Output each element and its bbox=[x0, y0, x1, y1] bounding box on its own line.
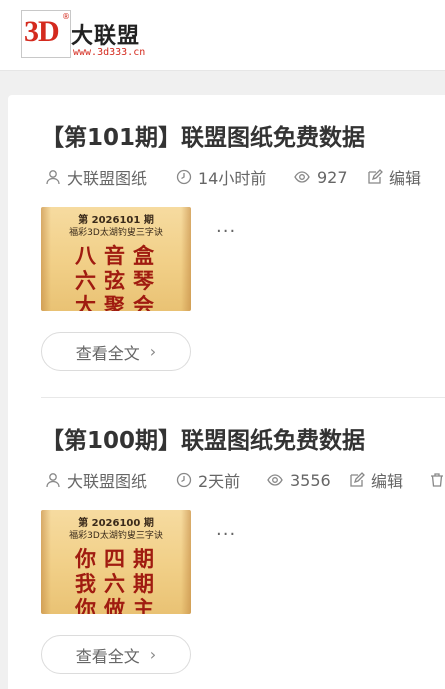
thumb-issue: 第 2026100 期 bbox=[78, 518, 154, 529]
trash-icon bbox=[431, 473, 443, 487]
meta-author[interactable]: 大联盟图纸 bbox=[45, 469, 147, 491]
post-time: 2天前 bbox=[198, 472, 241, 491]
edit-label: 编辑 bbox=[371, 472, 404, 491]
site-header: 3D ® 大联盟 www.3d333.cn bbox=[0, 0, 445, 71]
author-name: 大联盟图纸 bbox=[67, 472, 148, 491]
article-thumbnail[interactable]: 第 2026101 期 福彩3D太湖钓叟三字诀 八音盒 六弦琴 大聚会 bbox=[41, 207, 191, 311]
thumb-verse-row: 你做主 bbox=[75, 596, 162, 614]
thumb-verse-row: 我六期 bbox=[75, 571, 162, 596]
article-meta: 大联盟图纸 2天前 3556 编辑 bbox=[41, 469, 445, 491]
delete-link[interactable] bbox=[429, 469, 445, 491]
article-meta: 大联盟图纸 14小时前 927 编辑 bbox=[41, 166, 445, 188]
article-item: 【第100期】联盟图纸免费数据 大联盟图纸 2天前 3556 编辑 第 2026… bbox=[41, 423, 445, 674]
logo-3d-text: 3D bbox=[24, 15, 60, 48]
read-more-button[interactable]: 查看全文 › bbox=[41, 635, 191, 674]
chevron-right-icon: › bbox=[149, 645, 157, 664]
thumb-issue: 第 2026101 期 bbox=[78, 215, 154, 226]
author-name: 大联盟图纸 bbox=[67, 169, 148, 188]
post-time: 14小时前 bbox=[198, 169, 267, 188]
meta-time: 2天前 bbox=[176, 469, 240, 491]
article-thumbnail[interactable]: 第 2026100 期 福彩3D太湖钓叟三字诀 你四期 我六期 你做主 bbox=[41, 510, 191, 614]
read-more-label: 查看全文 bbox=[75, 646, 140, 666]
edit-icon bbox=[350, 472, 365, 487]
user-icon bbox=[46, 170, 60, 185]
logo-registered-mark: ® bbox=[62, 12, 70, 21]
site-logo[interactable]: 3D ® 大联盟 www.3d333.cn bbox=[21, 10, 171, 60]
thumb-verses: 八音盒 六弦琴 大聚会 bbox=[75, 243, 165, 311]
eye-icon bbox=[267, 474, 283, 486]
thumb-verse-row: 你四期 bbox=[75, 546, 162, 571]
excerpt-ellipsis: ... bbox=[216, 519, 237, 540]
meta-views: 3556 bbox=[266, 469, 331, 491]
eye-icon bbox=[294, 171, 310, 183]
article-title[interactable]: 【第100期】联盟图纸免费数据 bbox=[41, 423, 445, 459]
logo-url: www.3d333.cn bbox=[73, 47, 146, 58]
clock-icon bbox=[176, 472, 192, 488]
view-count: 927 bbox=[317, 167, 348, 187]
meta-views: 927 bbox=[293, 166, 348, 188]
thumb-verses: 你四期 我六期 你做主 bbox=[75, 546, 165, 614]
chevron-right-icon: › bbox=[149, 342, 157, 361]
article-title[interactable]: 【第101期】联盟图纸免费数据 bbox=[41, 120, 445, 156]
article-item: 【第101期】联盟图纸免费数据 大联盟图纸 14小时前 927 编辑 第 202… bbox=[41, 120, 445, 371]
excerpt-ellipsis: ... bbox=[216, 216, 237, 237]
edit-icon bbox=[368, 169, 383, 184]
thumb-verse-row: 六弦琴 bbox=[75, 268, 162, 293]
edit-label: 编辑 bbox=[389, 169, 422, 188]
logo-name: 大联盟 bbox=[71, 24, 141, 49]
edit-link[interactable]: 编辑 bbox=[367, 166, 421, 188]
user-icon bbox=[46, 473, 60, 488]
thumb-verse-row: 八音盒 bbox=[75, 243, 162, 268]
article-divider bbox=[41, 397, 445, 398]
clock-icon bbox=[176, 169, 192, 185]
thumb-verse-row: 大聚会 bbox=[75, 293, 162, 311]
thumb-subtitle: 福彩3D太湖钓叟三字诀 bbox=[69, 531, 163, 541]
view-count: 3556 bbox=[290, 470, 331, 490]
read-more-button[interactable]: 查看全文 › bbox=[41, 332, 191, 371]
edit-link[interactable]: 编辑 bbox=[349, 469, 403, 491]
thumb-subtitle: 福彩3D太湖钓叟三字诀 bbox=[69, 228, 163, 238]
meta-time: 14小时前 bbox=[176, 166, 266, 188]
meta-author[interactable]: 大联盟图纸 bbox=[45, 166, 147, 188]
read-more-label: 查看全文 bbox=[75, 343, 140, 363]
logo-badge: 3D ® bbox=[21, 10, 71, 58]
